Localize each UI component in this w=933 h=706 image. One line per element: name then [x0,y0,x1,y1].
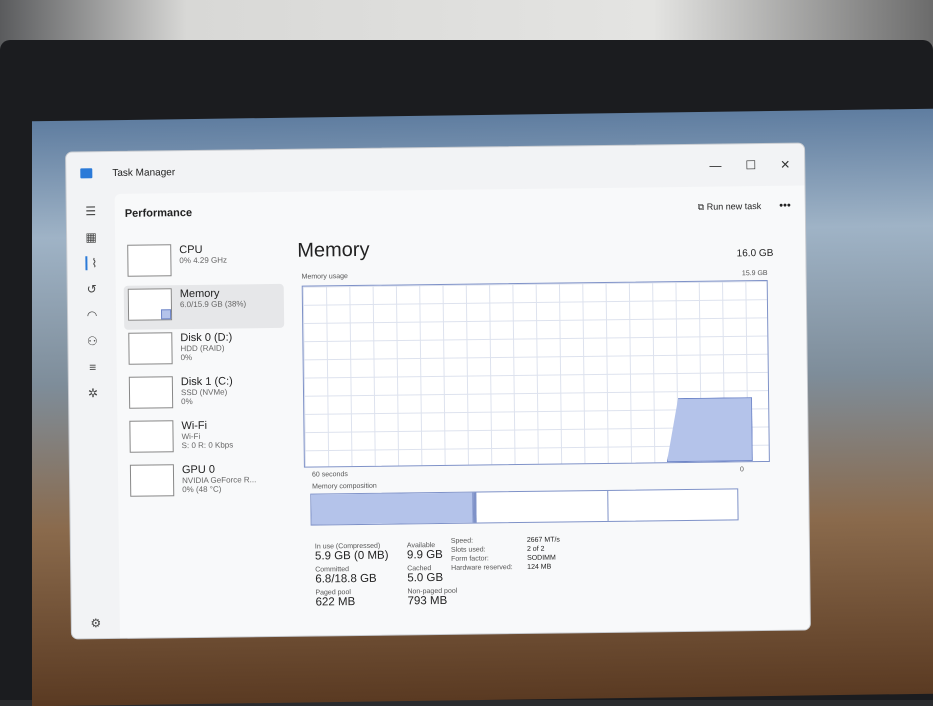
item-name: CPU [179,243,203,257]
memory-total: 16.0 GB [736,247,774,260]
memory-title: Memory [297,238,370,262]
users-icon[interactable]: ⚇ [87,334,98,348]
composition-standby [476,490,609,523]
run-new-task-button[interactable]: ⧉ Run new task [698,201,762,213]
hamburger-menu-icon[interactable]: ☰ [85,204,96,218]
resource-wifi[interactable]: Wi-Fi Wi-Fi S: 0 R: 0 Kbps [125,416,286,462]
hw-value: 2 of 2 [526,545,545,553]
disk1-thumbnail [128,376,174,409]
resource-gpu-0[interactable]: GPU 0 NVIDIA GeForce R... 0% (48 °C) [126,460,287,506]
item-detail: SSD (NVMe) [180,387,228,398]
item-detail: 6.0/15.9 GB (38%) [179,299,247,310]
hw-label: Hardware reserved: [451,564,513,572]
wifi-thumbnail [129,420,174,453]
window-title: Task Manager [112,166,176,179]
hw-label: Speed: [450,537,474,545]
hw-label: Form factor: [451,555,489,563]
stat-value: 793 MB [407,594,448,608]
gpu-thumbnail [129,464,175,497]
hardware-info: Speed: 2667 MT/s Slots used: 2 of 2 Form f… [451,536,587,572]
item-name: Wi-Fi [181,419,208,433]
page-title: Performance [124,206,193,220]
settings-icon[interactable]: ⚙ [90,616,101,630]
usage-max: 15.9 GB [741,269,768,278]
item-name: GPU 0 [181,463,216,477]
item-detail-2: S: 0 R: 0 Kbps [181,440,234,451]
resource-disk-0[interactable]: Disk 0 (D:) HDD (RAID) 0% [124,328,285,374]
app-history-icon[interactable]: ↺ [87,282,97,296]
run-new-task-label: Run new task [706,200,762,212]
memory-panel: Memory 16.0 GB Memory usage 15.9 GB 60 s… [297,234,786,636]
time-label: 60 seconds [311,471,348,479]
item-name: Memory [179,287,220,301]
item-detail: 0% 4.29 GHz [179,255,228,266]
more-options-button[interactable]: ••• [779,200,791,212]
usage-label: Memory usage [301,273,348,281]
performance-icon[interactable]: ⌇ [85,256,98,271]
task-manager-window: Task Manager — ☐ ✕ ☰ ▦ ⌇ ↺ ◠ ⚇ ≡ ✲ ⚙ Per… [65,142,811,640]
hw-label: Slots used: [450,546,486,554]
disk0-thumbnail [128,332,173,365]
item-detail-2: 0% [181,396,193,407]
details-icon[interactable]: ≡ [89,360,96,374]
resource-disk-1[interactable]: Disk 1 (C:) SSD (NVMe) 0% [125,372,286,418]
graph-zero: 0 [739,466,744,474]
hw-value: SODIMM [527,554,556,562]
close-button[interactable]: ✕ [780,158,790,172]
stat-value: 5.9 GB (0 MB) [314,549,389,563]
item-name: Disk 1 (C:) [180,375,233,389]
stat-value: 622 MB [315,596,356,609]
cpu-thumbnail [127,244,172,277]
nav-rail: ☰ ▦ ⌇ ↺ ◠ ⚇ ≡ ✲ ⚙ [67,194,120,639]
memory-thumbnail [127,288,173,321]
item-detail-2: 0% (48 °C) [182,484,222,495]
item-name: Disk 0 (D:) [180,331,233,345]
resource-list: CPU 0% 4.29 GHz Memory 6.0/15.9 GB (38%) D… [123,240,286,506]
minimize-button[interactable]: — [709,159,721,173]
hw-value: 124 MB [527,563,552,571]
stat-value: 6.8/18.8 GB [315,572,377,586]
composition-in-use [311,492,474,525]
usage-fill [666,397,753,462]
memory-usage-graph [301,279,770,468]
composition-label: Memory composition [312,482,377,491]
resource-cpu[interactable]: CPU 0% 4.29 GHz [123,240,284,286]
item-detail-2: 0% [180,353,193,363]
resource-memory[interactable]: Memory 6.0/15.9 GB (38%) [123,283,285,330]
composition-free [608,489,737,521]
task-manager-icon [80,168,93,179]
memory-composition-bar [310,488,739,526]
hw-value: 2667 MT/s [526,536,560,544]
processes-icon[interactable]: ▦ [85,230,97,244]
startup-apps-icon[interactable]: ◠ [87,308,98,322]
services-icon[interactable]: ✲ [88,386,98,400]
stat-value: 5.0 GB [407,571,444,585]
maximize-button[interactable]: ☐ [745,158,756,172]
memory-stats: In use (Compressed) 5.9 GB (0 MB) Availab… [314,542,468,609]
item-detail: NVIDIA GeForce R... [182,475,257,486]
